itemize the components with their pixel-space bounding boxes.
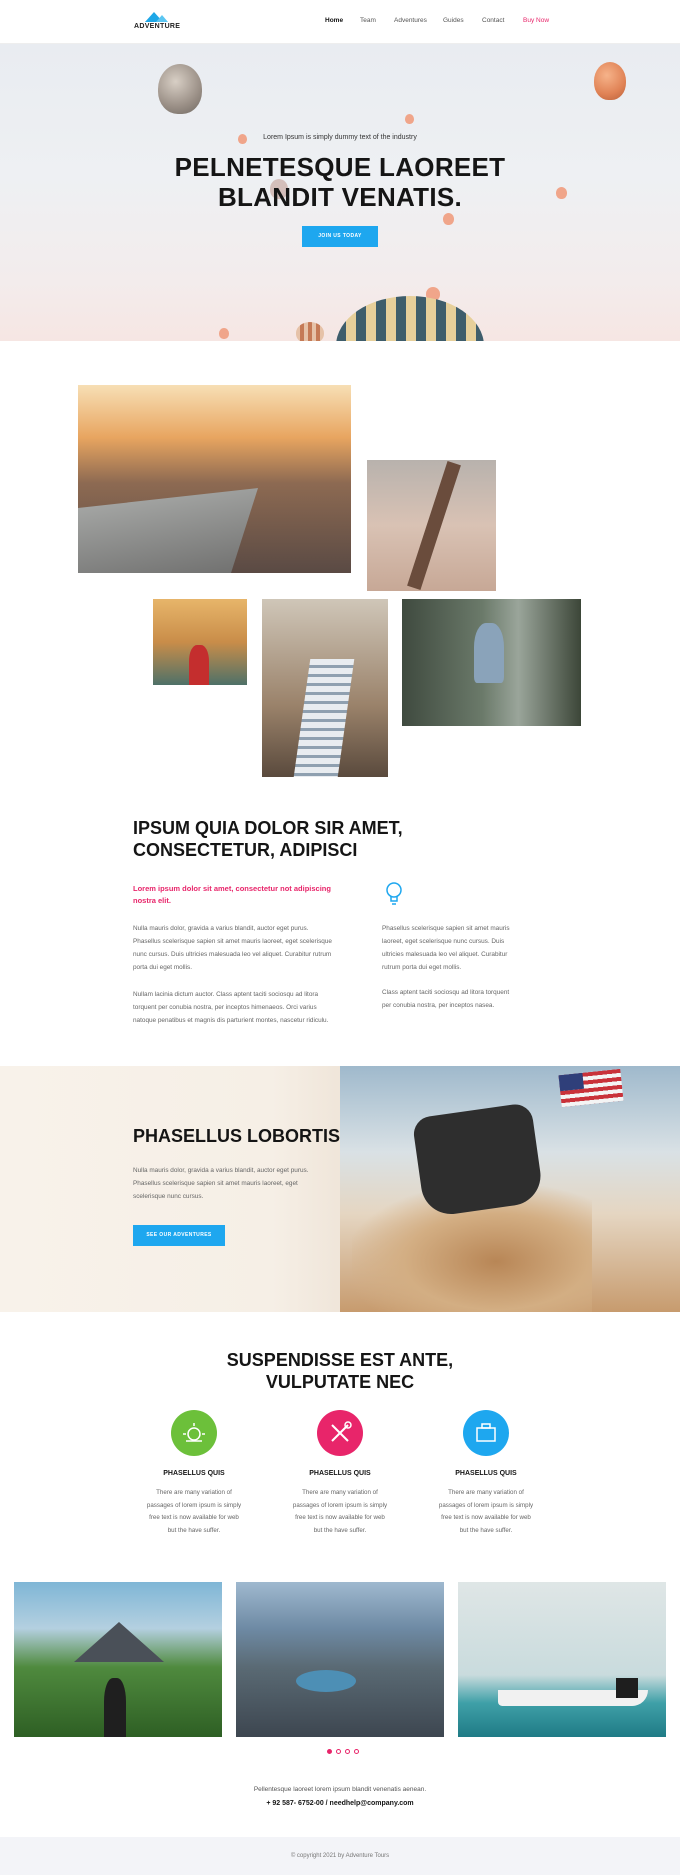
text-line: Class aptent taciti sociosqu ad litora t…: [382, 989, 510, 996]
about-title: IPSUM QUIA DOLOR SIR AMET, CONSECTETUR, …: [133, 817, 403, 861]
feature-icon-circle-3: [463, 1410, 509, 1456]
text-line: scelerisque nunc cursus.: [133, 1193, 204, 1200]
text-line: ultricies malesuada leo vel aliquet. Cur…: [382, 951, 508, 958]
text-line: There are many variation of: [156, 1489, 232, 1496]
text-line: Phasellus scelerisque sapien sit amet ma…: [133, 1180, 298, 1187]
hero-title-line-2: BLANDIT VENATIS.: [217, 182, 463, 212]
about-right-paragraph-1: Phasellus scelerisque sapien sit amet ma…: [382, 922, 510, 974]
carousel-dot-1[interactable]: [327, 1749, 332, 1754]
brand-name: ADVENTURE: [134, 23, 181, 30]
feature-icon-circle-2: [317, 1410, 363, 1456]
text-line: torquent per conubia nostra, per incepto…: [133, 1004, 317, 1011]
nav-team[interactable]: Team: [360, 17, 376, 24]
carousel-dot-2[interactable]: [336, 1749, 341, 1754]
balloon-image: [296, 322, 324, 341]
hero-title: PELNETESQUE LAOREET BLANDIT VENATIS.: [0, 152, 680, 212]
gallery-photo-stairs: [262, 599, 388, 777]
sun-icon: [183, 1423, 205, 1442]
promo-text: Nulla mauris dolor, gravida a varius bla…: [133, 1164, 308, 1203]
text-line: Phasellus scelerisque sapien sit amet ma…: [382, 925, 510, 932]
feature-title-3: PHASELLUS QUIS: [455, 1470, 517, 1477]
text-line: passages of lorem ipsum is simply: [292, 1501, 388, 1509]
about-title-line-1: IPSUM QUIA DOLOR SIR AMET,: [133, 818, 403, 838]
briefcase-icon: [476, 1423, 496, 1442]
join-us-button[interactable]: JOIN US TODAY: [302, 226, 378, 247]
gallery-photo-swing-woman: [402, 599, 581, 726]
promo-title: PHASELLUS LOBORTIS: [133, 1126, 341, 1146]
balloon-image: [594, 62, 626, 100]
nav-adventures[interactable]: Adventures: [394, 17, 427, 24]
gallery-photo-kayak: [153, 599, 247, 685]
balloon-image: [405, 114, 414, 124]
text-line: porta dui eget mollis.: [133, 964, 192, 971]
hero-title-line-1: PELNETESQUE LAOREET: [174, 152, 506, 182]
promo-banner: [0, 1066, 680, 1312]
nav-guides[interactable]: Guides: [443, 17, 464, 24]
about-highlight-line-2: nostra elit.: [133, 896, 171, 905]
hero-subtitle: Lorem Ipsum is simply dummy text of the …: [263, 134, 417, 141]
lightbulb-icon: [384, 881, 404, 907]
gallery-photo-cliff: [78, 385, 351, 573]
balloon-image-large: [336, 296, 484, 341]
about-highlight: Lorem ipsum dolor sit amet, consectetur …: [133, 883, 331, 907]
text-line: natoque penatibus et magnis dis parturie…: [133, 1017, 329, 1024]
nav-home[interactable]: Home: [325, 17, 343, 24]
text-line: There are many variation of: [302, 1489, 378, 1496]
tools-icon: [331, 1421, 352, 1442]
nav-buy-now[interactable]: Buy Now: [523, 17, 549, 24]
about-title-line-2: CONSECTETUR, ADIPISCI: [133, 840, 358, 860]
text-line: free text is now available for web: [149, 1514, 239, 1521]
see-adventures-button[interactable]: SEE OUR ADVENTURES: [133, 1225, 225, 1246]
about-highlight-line-1: Lorem ipsum dolor sit amet, consectetur …: [133, 884, 331, 893]
text-line: Nulla mauris dolor, gravida a varius bla…: [133, 1167, 309, 1174]
feature-title-1: PHASELLUS QUIS: [163, 1470, 225, 1477]
feature-text-3: There are many variation of passages of …: [411, 1487, 561, 1537]
carousel-photo-boat-jump[interactable]: [458, 1582, 666, 1737]
buggy-image: [411, 1102, 545, 1218]
about-right-paragraph-2: Class aptent taciti sociosqu ad litora t…: [382, 986, 509, 1012]
features-title-line-2: VULPUTATE NEC: [265, 1372, 415, 1392]
nav-contact[interactable]: Contact: [482, 17, 504, 24]
features-title: SUSPENDISSE EST ANTE, VULPUTATE NEC: [0, 1349, 680, 1393]
text-line: passages of lorem ipsum is simply: [438, 1501, 534, 1509]
features-title-line-1: SUSPENDISSE EST ANTE,: [226, 1350, 454, 1370]
feature-icon-circle-1: [171, 1410, 217, 1456]
top-navigation: ADVENTURE Home Team Adventures Guides Co…: [0, 0, 680, 44]
footer: © copyright 2021 by Adventure Tours: [0, 1837, 680, 1875]
text-line: free text is now available for web: [295, 1514, 385, 1521]
text-line: rutrum porta dui eget mollis.: [382, 964, 462, 971]
mountain-icon-small: [156, 15, 168, 22]
text-line: but the have suffer.: [313, 1526, 367, 1534]
about-left-paragraph-2: Nullam lacinia dictum auctor. Class apte…: [133, 988, 328, 1027]
carousel-photo-mountains[interactable]: [236, 1582, 444, 1737]
balloon-image: [443, 213, 454, 225]
contact-text: Pellentesque laoreet lorem ipsum blandit…: [253, 1786, 427, 1793]
balloon-image: [219, 328, 229, 339]
about-left-paragraph-1: Nulla mauris dolor, gravida a varius bla…: [133, 922, 332, 974]
text-line: per conubia nostra, per inceptos nasea.: [382, 1002, 495, 1009]
brand-logo[interactable]: ADVENTURE: [134, 12, 184, 34]
carousel-photo-volcano[interactable]: [14, 1582, 222, 1737]
text-line: Phasellus scelerisque sapien sit amet ma…: [133, 938, 332, 945]
text-line: free text is now available for web: [441, 1514, 531, 1521]
carousel-dot-4[interactable]: [354, 1749, 359, 1754]
balloon-image: [158, 64, 202, 114]
copyright-text: © copyright 2021 by Adventure Tours: [290, 1853, 390, 1859]
text-line: but the have suffer.: [459, 1526, 513, 1534]
gallery-photo-rope-swing: [367, 460, 496, 591]
text-line: Nullam lacinia dictum auctor. Class apte…: [133, 991, 319, 998]
text-line: nunc cursus. Duis ultricies malesuada le…: [133, 951, 332, 958]
text-line: but the have suffer.: [167, 1526, 221, 1534]
carousel-dot-3[interactable]: [345, 1749, 350, 1754]
text-line: passages of lorem ipsum is simply: [146, 1501, 242, 1509]
flag-image: [558, 1068, 624, 1108]
feature-text-1: There are many variation of passages of …: [119, 1487, 269, 1537]
hero-banner: Lorem Ipsum is simply dummy text of the …: [0, 44, 680, 341]
text-line: laoreet, eget scelerisque nunc cursus. D…: [382, 938, 505, 945]
feature-title-2: PHASELLUS QUIS: [309, 1470, 371, 1477]
feature-text-2: There are many variation of passages of …: [265, 1487, 415, 1537]
text-line: There are many variation of: [448, 1489, 524, 1496]
text-line: Nulla mauris dolor, gravida a varius bla…: [133, 925, 309, 932]
contact-details[interactable]: + 92 587- 6752-00 / needhelp@company.com: [0, 1800, 680, 1807]
